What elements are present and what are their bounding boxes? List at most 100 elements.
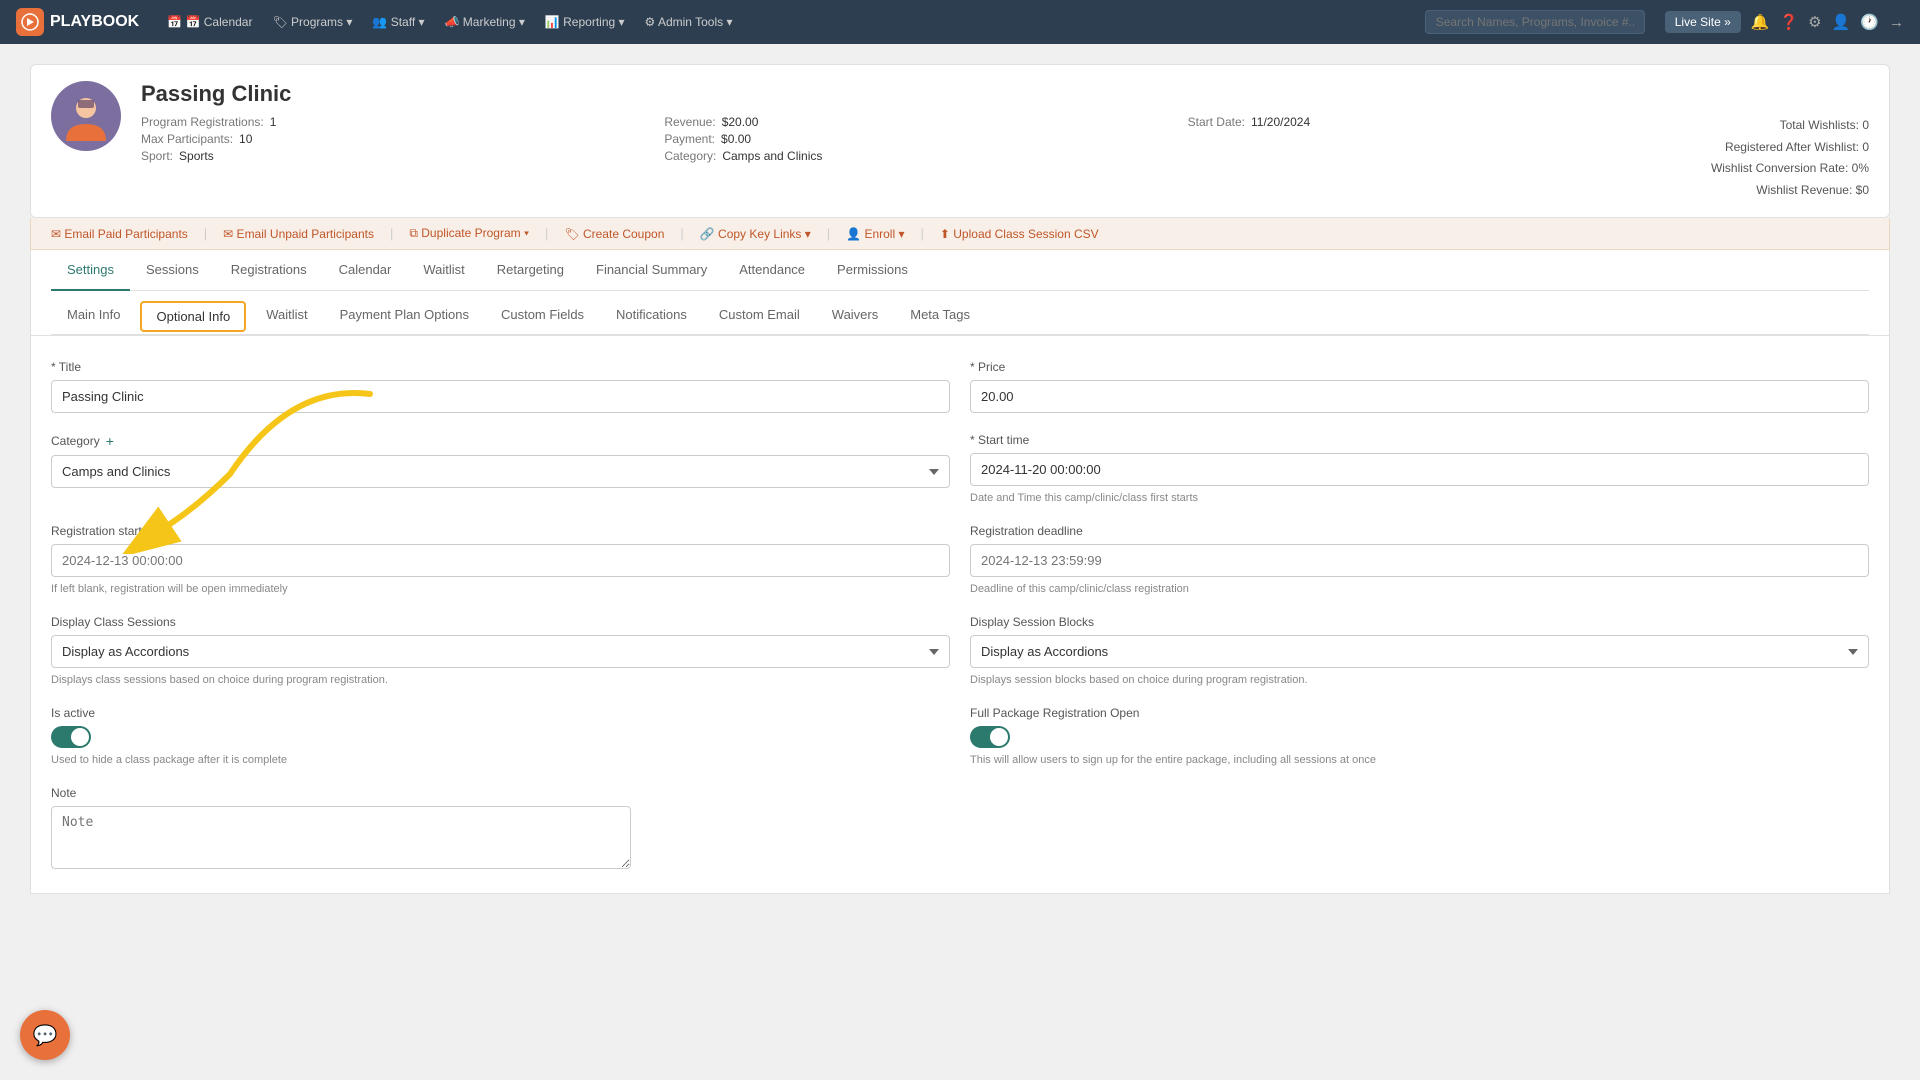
nav-right-actions: Live Site » 🔔 ❓ ⚙ 👤 🕐 → [1665, 11, 1904, 33]
display-sessions-hint: Displays class sessions based on choice … [51, 674, 950, 686]
tab-attendance[interactable]: Attendance [723, 250, 821, 291]
help-icon[interactable]: ❓ [1779, 13, 1798, 31]
payment-label: Payment: [664, 132, 715, 146]
registered-after-wishlist-label: Registered After Wishlist: [1725, 140, 1859, 154]
reg-dates-row: Registration start date If left blank, r… [51, 524, 1869, 595]
app-logo[interactable]: PLAYBOOK [16, 8, 139, 36]
display-blocks-group: Display Session Blocks Display as Accord… [970, 615, 1869, 686]
subtab-waitlist[interactable]: Waitlist [250, 299, 323, 335]
subtab-waivers[interactable]: Waivers [816, 299, 894, 335]
is-active-toggle-wrapper [51, 726, 950, 748]
category-field-label: Category [51, 434, 100, 448]
email-unpaid-button[interactable]: ✉ Email Unpaid Participants [223, 227, 374, 241]
tab-financial-summary[interactable]: Financial Summary [580, 250, 723, 291]
settings-icon[interactable]: ⚙ [1808, 13, 1821, 31]
payment-value: $0.00 [721, 132, 751, 146]
display-blocks-hint: Displays session blocks based on choice … [970, 674, 1869, 686]
tab-waitlist[interactable]: Waitlist [407, 250, 480, 291]
note-label: Note [51, 786, 631, 800]
is-active-hint: Used to hide a class package after it is… [51, 754, 950, 766]
history-icon[interactable]: 🕐 [1860, 13, 1879, 31]
logo-icon [16, 8, 44, 36]
app-name: PLAYBOOK [50, 13, 139, 31]
display-sessions-select[interactable]: Display as Accordions Display as List Hi… [51, 635, 950, 668]
main-nav: 📅 📅 Calendar 🏷 Programs ▾ 👥 Staff ▾ 📣 Ma… [159, 11, 740, 33]
subtab-meta-tags[interactable]: Meta Tags [894, 299, 986, 335]
nav-marketing[interactable]: 📣 Marketing ▾ [437, 11, 533, 33]
notifications-icon[interactable]: 🔔 [1751, 13, 1770, 31]
total-wishlists-value: 0 [1862, 118, 1869, 132]
reg-deadline-input[interactable] [970, 544, 1869, 577]
sport-label: Sport: [141, 149, 173, 163]
is-active-toggle[interactable] [51, 726, 91, 748]
nav-programs[interactable]: 🏷 Programs ▾ [264, 11, 360, 33]
title-price-row: * Title * Price [51, 360, 1869, 413]
nav-admin-tools[interactable]: ⚙ Admin Tools ▾ [637, 11, 741, 33]
logout-icon[interactable]: → [1889, 14, 1904, 31]
note-textarea[interactable] [51, 806, 631, 869]
is-active-group: Is active Used to hide a class package a… [51, 706, 950, 766]
category-label-row: Category + [51, 433, 950, 449]
registrations-value: 1 [270, 115, 277, 129]
header-meta-right-mid: Start Date: 11/20/2024 [1188, 115, 1681, 201]
start-time-group: * Start time Date and Time this camp/cli… [970, 433, 1869, 504]
tabs-section: Settings Sessions Registrations Calendar… [30, 250, 1890, 336]
subtab-custom-fields[interactable]: Custom Fields [485, 299, 600, 335]
toggles-row: Is active Used to hide a class package a… [51, 706, 1869, 766]
full-package-toggle-wrapper [970, 726, 1869, 748]
create-coupon-button[interactable]: 🏷 Create Coupon [564, 227, 664, 241]
start-date-label: Start Date: [1188, 115, 1245, 129]
header-meta-left: Program Registrations: 1 Max Participant… [141, 115, 634, 201]
title-group: * Title [51, 360, 950, 413]
start-time-label: * Start time [970, 433, 1869, 447]
max-participants-value: 10 [239, 132, 252, 146]
start-time-input[interactable] [970, 453, 1869, 486]
page-content: Passing Clinic Program Registrations: 1 … [30, 64, 1890, 894]
registered-after-wishlist-value: 0 [1862, 140, 1869, 154]
email-paid-button[interactable]: ✉ Email Paid Participants [51, 227, 188, 241]
duplicate-program-button[interactable]: ⧉ Duplicate Program ▾ [409, 226, 529, 241]
price-input[interactable] [970, 380, 1869, 413]
upload-csv-button[interactable]: ⬆ Upload Class Session CSV [940, 227, 1099, 241]
full-package-toggle[interactable] [970, 726, 1010, 748]
header-meta-mid: Revenue: $20.00 Payment: $0.00 Category:… [664, 115, 1157, 201]
reg-start-input[interactable] [51, 544, 950, 577]
wishlist-conversion-value: 0% [1852, 161, 1869, 175]
user-icon[interactable]: 👤 [1832, 13, 1851, 31]
tab-settings[interactable]: Settings [51, 250, 130, 291]
tab-calendar[interactable]: Calendar [323, 250, 408, 291]
enroll-button[interactable]: 👤 Enroll ▾ [846, 227, 904, 241]
tab-retargeting[interactable]: Retargeting [481, 250, 580, 291]
live-site-button[interactable]: Live Site » [1665, 11, 1741, 33]
nav-staff[interactable]: 👥 Staff ▾ [364, 11, 432, 33]
display-blocks-select[interactable]: Display as Accordions Display as List Hi… [970, 635, 1869, 668]
wishlist-conversion-label: Wishlist Conversion Rate: [1711, 161, 1848, 175]
start-date-value: 11/20/2024 [1251, 115, 1310, 129]
subtab-custom-email[interactable]: Custom Email [703, 299, 816, 335]
header-right-stats: Total Wishlists: 0 Registered After Wish… [1711, 115, 1869, 201]
revenue-label: Revenue: [664, 115, 715, 129]
subtab-payment-plan[interactable]: Payment Plan Options [324, 299, 485, 335]
tab-registrations[interactable]: Registrations [215, 250, 323, 291]
form-section: * Title * Price Category + [30, 336, 1890, 894]
registrations-label: Program Registrations: [141, 115, 264, 129]
main-tabs: Settings Sessions Registrations Calendar… [51, 250, 1869, 291]
global-search[interactable] [1425, 10, 1645, 34]
reg-deadline-group: Registration deadline Deadline of this c… [970, 524, 1869, 595]
subtab-notifications[interactable]: Notifications [600, 299, 703, 335]
subtab-optional-info[interactable]: Optional Info [140, 301, 246, 332]
tab-permissions[interactable]: Permissions [821, 250, 924, 291]
title-input[interactable] [51, 380, 950, 413]
program-header: Passing Clinic Program Registrations: 1 … [30, 64, 1890, 218]
category-select[interactable]: Camps and Clinics Clinics Camps Classes … [51, 455, 950, 488]
chat-button[interactable]: 💬 [20, 1010, 70, 1060]
program-avatar [51, 81, 121, 151]
start-time-hint: Date and Time this camp/clinic/class fir… [970, 492, 1869, 504]
nav-calendar[interactable]: 📅 📅 Calendar [159, 11, 260, 33]
max-participants-label: Max Participants: [141, 132, 233, 146]
nav-reporting[interactable]: 📊 Reporting ▾ [537, 11, 633, 33]
tab-sessions[interactable]: Sessions [130, 250, 215, 291]
subtab-main-info[interactable]: Main Info [51, 299, 136, 335]
copy-key-links-button[interactable]: 🔗 Copy Key Links ▾ [700, 227, 811, 241]
add-category-icon[interactable]: + [106, 433, 114, 449]
